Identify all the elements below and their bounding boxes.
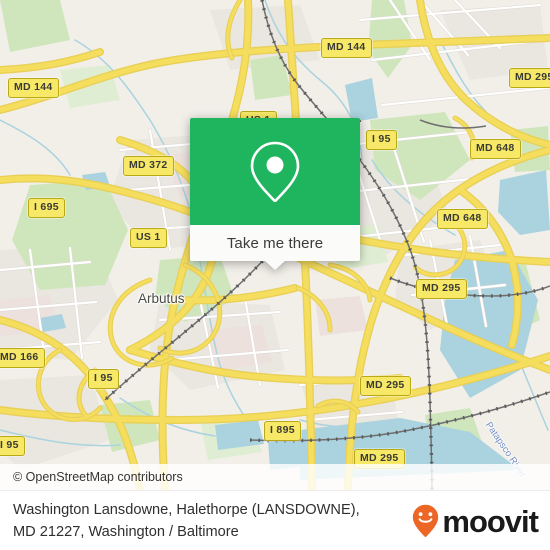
moovit-location-screenshot: .hw { fill:none; stroke:#f5dd5d; stroke-… — [0, 0, 550, 550]
road-shield: MD 648 — [437, 209, 488, 229]
address-block: Washington Lansdowne, Halethorpe (LANSDO… — [0, 499, 360, 543]
address-line-1: Washington Lansdowne, Halethorpe (LANSDO… — [13, 502, 360, 518]
road-shield: MD 648 — [470, 139, 521, 159]
moovit-wordmark: moovit — [442, 503, 539, 539]
footer-bar: Washington Lansdowne, Halethorpe (LANSDO… — [0, 490, 550, 550]
place-label: Arbutus — [138, 291, 185, 306]
road-shield: I 895 — [264, 421, 301, 441]
moovit-pin-icon — [413, 504, 439, 537]
location-pin-icon — [250, 141, 300, 202]
road-shield: MD 295 — [360, 376, 411, 396]
moovit-logo[interactable]: moovit — [412, 503, 539, 539]
road-shield: MD 372 — [123, 156, 174, 176]
road-shield: MD 295 — [509, 68, 550, 88]
road-shield: I 95 — [366, 130, 397, 150]
popup-card-tail — [264, 260, 286, 270]
road-shield: I 95 — [88, 369, 119, 389]
road-shield: I 695 — [28, 198, 65, 218]
location-popup-card[interactable]: Take me there — [190, 118, 360, 270]
take-me-there-label: Take me there — [226, 234, 324, 252]
road-shield: US 1 — [130, 228, 167, 248]
attribution-text: © OpenStreetMap contributors — [13, 470, 183, 484]
popup-card-header — [190, 118, 360, 225]
road-shield: I 95 — [0, 436, 25, 456]
road-shield: MD 295 — [416, 279, 467, 299]
road-shield: MD 144 — [8, 78, 59, 98]
take-me-there-button[interactable]: Take me there — [190, 225, 360, 270]
road-shield: MD 166 — [0, 348, 45, 368]
address-line-2: MD 21227, Washington / Baltimore — [13, 524, 239, 540]
map-viewport[interactable]: .hw { fill:none; stroke:#f5dd5d; stroke-… — [0, 0, 550, 490]
road-shield: MD 144 — [321, 38, 372, 58]
map-attribution: © OpenStreetMap contributors — [0, 464, 550, 490]
